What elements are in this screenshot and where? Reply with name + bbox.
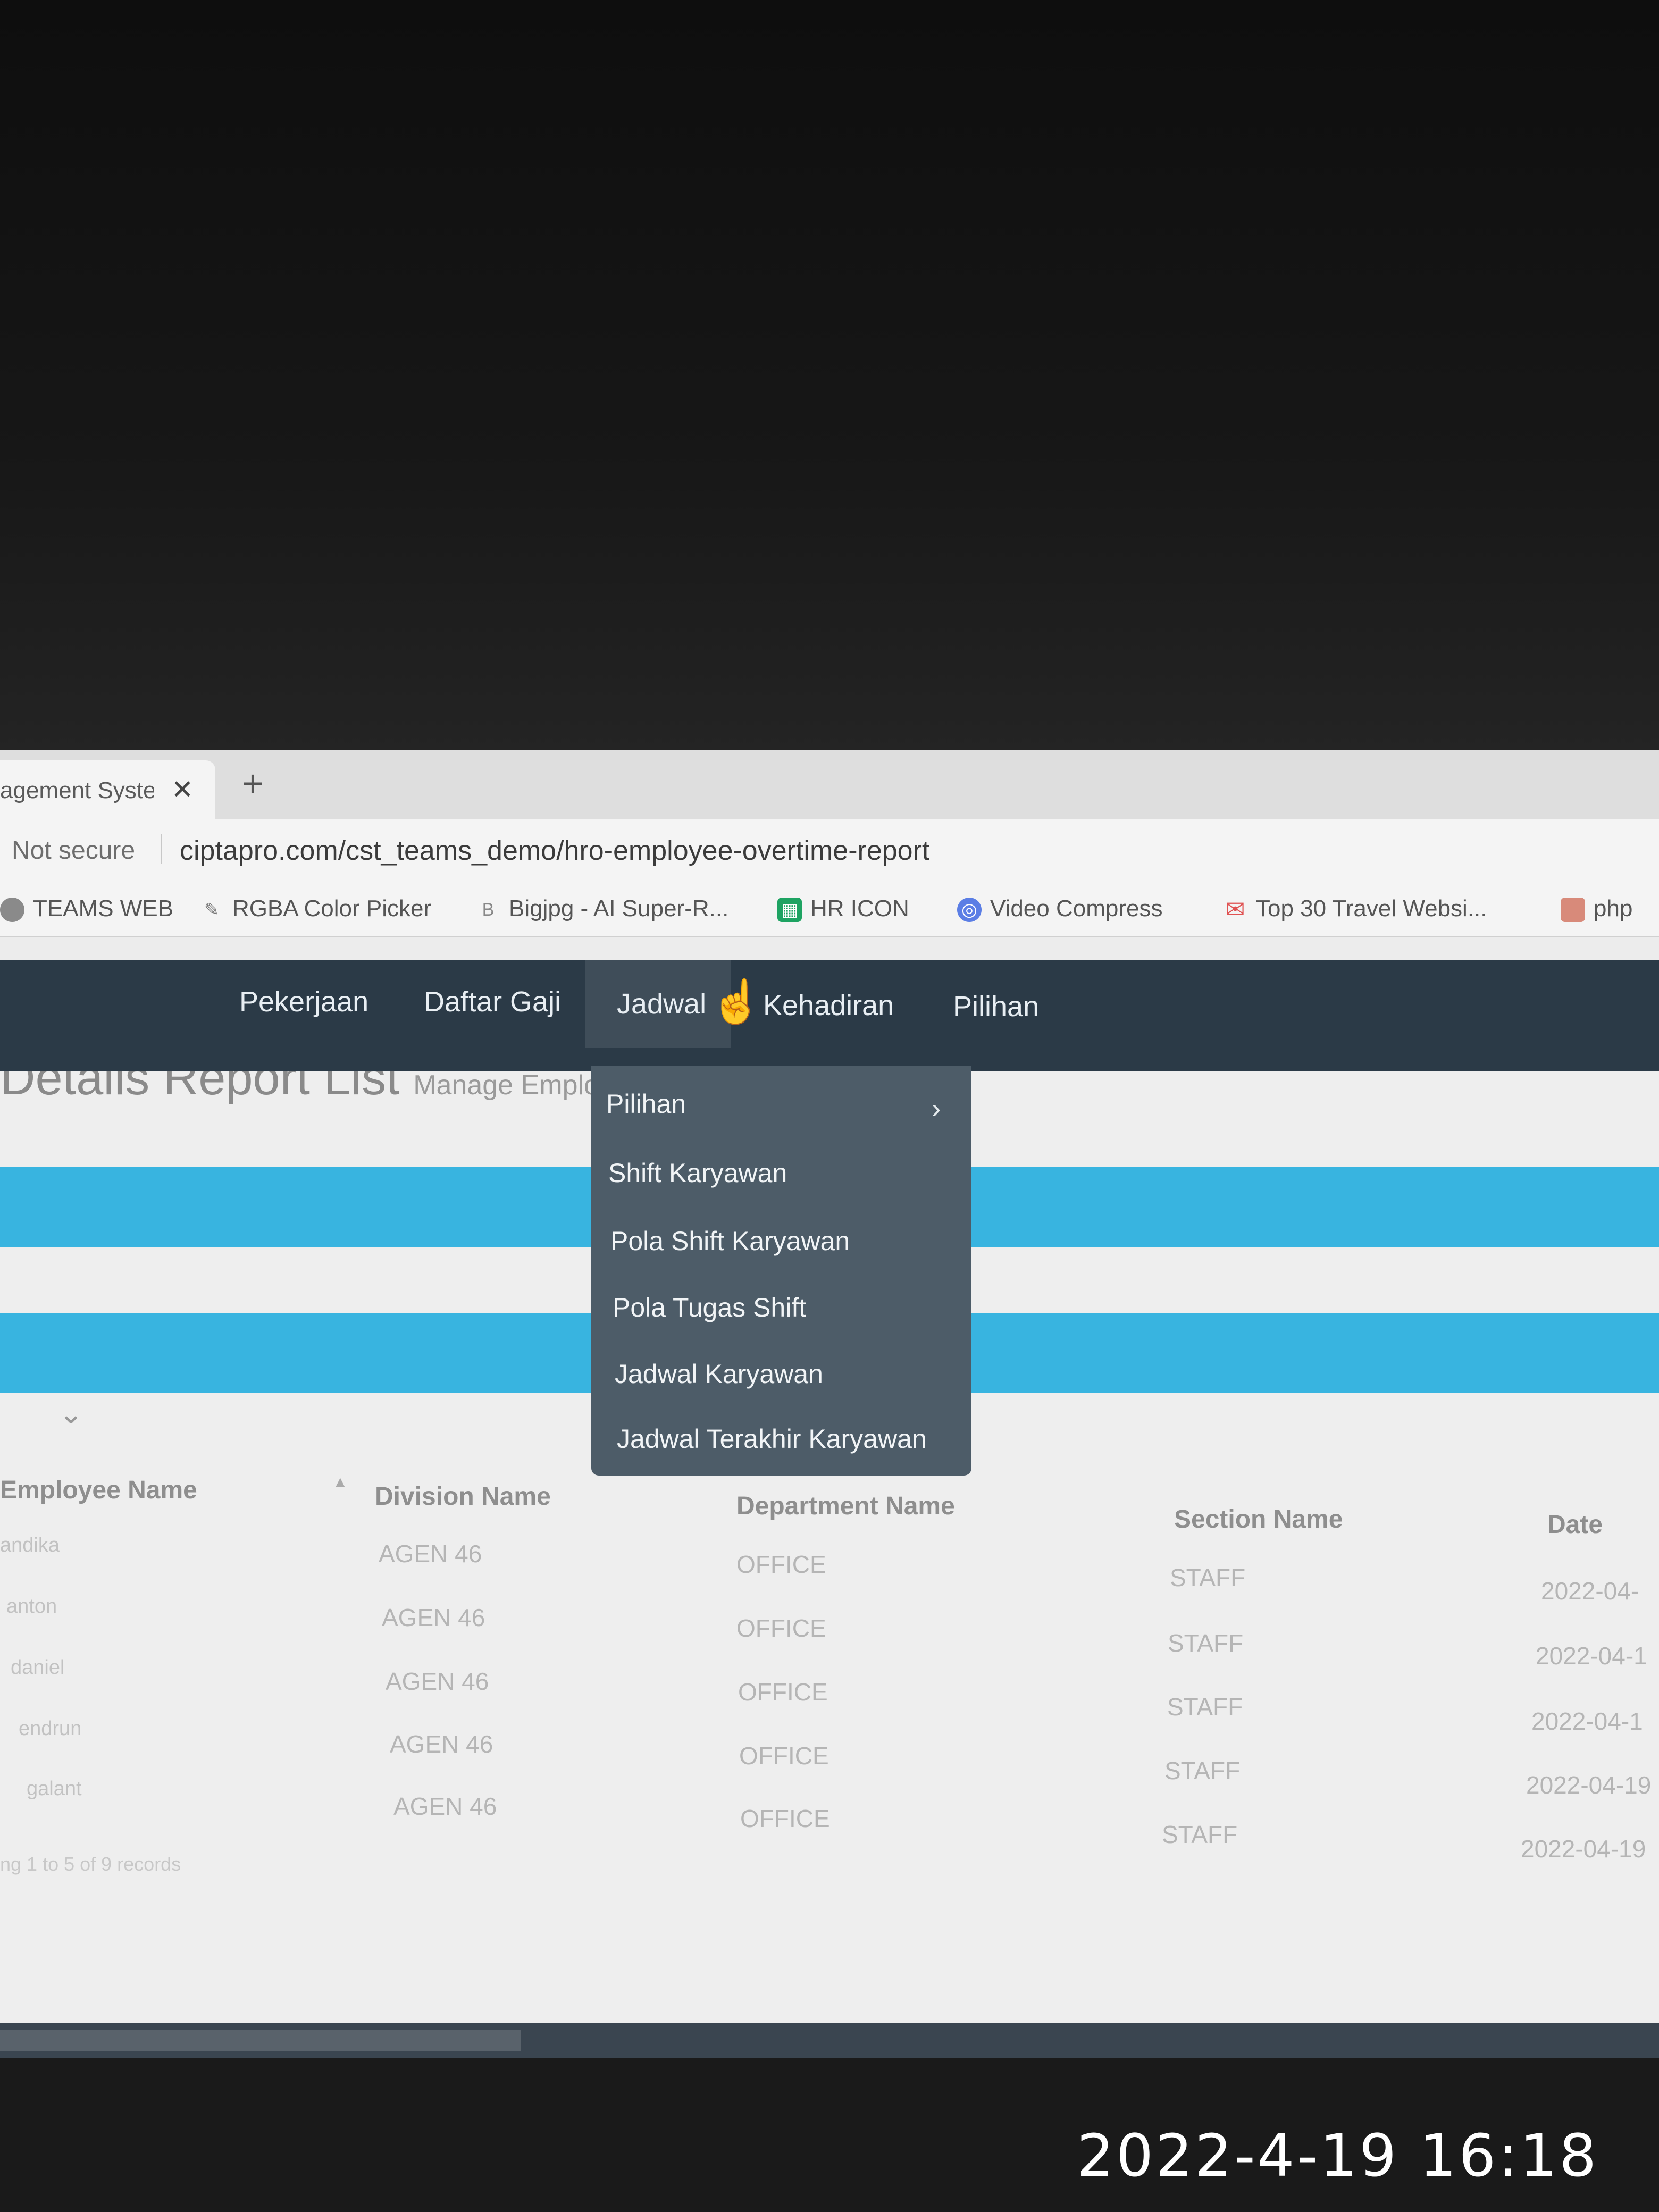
cell-section-name: STAFF (1170, 1564, 1246, 1591)
menu-item-pola-shift-karyawan[interactable]: Pola Shift Karyawan (610, 1226, 850, 1256)
tab-title: agement Syste (0, 777, 154, 803)
php-icon (1561, 898, 1585, 923)
top-navbar: Pekerjaan Daftar Gaji Jadwal Kehadiran P… (0, 960, 1659, 1071)
cell-date: 2022-04- (1541, 1577, 1639, 1605)
chevron-right-icon: › (932, 1093, 941, 1124)
photo-timestamp: 2022-4-19 16:18 (1077, 2122, 1599, 2190)
cell-department-name: OFFICE (736, 1551, 826, 1578)
column-header-division-name[interactable]: Division Name (375, 1482, 551, 1511)
table-record-count: ng 1 to 5 of 9 records (0, 1853, 181, 1875)
chevron-down-icon[interactable]: ⌄ (58, 1396, 83, 1431)
b-icon: B (482, 900, 495, 920)
new-tab-button[interactable]: + (242, 765, 264, 802)
cell-section-name: STAFF (1167, 1693, 1243, 1721)
nav-item-kehadiran[interactable]: Kehadiran (763, 989, 894, 1022)
nav-item-pilihan[interactable]: Pilihan (953, 990, 1039, 1023)
bookmark-label: Top 30 Travel Websi... (1256, 895, 1487, 921)
address-bar[interactable]: Not secure ciptapro.com/cst_teams_demo/h… (0, 819, 1659, 877)
cell-employee-name: anton (6, 1595, 57, 1618)
menu-item-pola-tugas-shift[interactable]: Pola Tugas Shift (613, 1292, 806, 1323)
mail-icon: ✉ (1225, 896, 1245, 923)
globe-icon (0, 898, 24, 923)
cell-employee-name: daniel (11, 1656, 65, 1679)
bookmark-php[interactable]: php (1561, 895, 1633, 923)
bookmark-bigjpg[interactable]: B Bigjpg - AI Super-R... (476, 895, 729, 922)
bookmarks-bar: TEAMS WEB ✎ RGBA Color Picker B Bigjpg - A… (0, 877, 1659, 937)
cell-division-name: AGEN 46 (390, 1730, 493, 1758)
cell-date: 2022-04-1 (1536, 1642, 1647, 1670)
cell-department-name: OFFICE (739, 1742, 829, 1770)
cell-department-name: OFFICE (736, 1614, 826, 1642)
cell-date: 2022-04-19 (1521, 1835, 1646, 1863)
grid-icon: ▦ (777, 898, 802, 923)
circle-icon: ◎ (957, 898, 982, 923)
bookmark-label: TEAMS WEB (33, 895, 174, 921)
cell-date: 2022-04-19 (1526, 1771, 1652, 1799)
hand-cursor-icon: ☝ (710, 978, 763, 1025)
sort-asc-icon[interactable]: ▲ (332, 1473, 348, 1492)
bookmark-label: Bigjpg - AI Super-R... (509, 895, 729, 921)
monitor-bezel-top (0, 0, 1659, 755)
column-header-employee-name[interactable]: Employee Name (0, 1476, 197, 1505)
menu-item-jadwal-karyawan[interactable]: Jadwal Karyawan (615, 1359, 823, 1389)
bookmark-teams-web[interactable]: TEAMS WEB (0, 895, 174, 923)
column-header-department-name[interactable]: Department Name (736, 1492, 955, 1521)
tab-strip: agement Syste ✕ + (0, 750, 1659, 819)
cell-department-name: OFFICE (738, 1678, 828, 1706)
bookmark-label: HR ICON (810, 895, 909, 921)
nav-item-jadwal[interactable]: Jadwal (617, 987, 706, 1020)
cell-employee-name: andika (0, 1534, 60, 1556)
bookmark-label: Video Compress (990, 895, 1163, 921)
browser-tab[interactable]: agement Syste ✕ (0, 760, 215, 819)
menu-item-shift-karyawan[interactable]: Shift Karyawan (608, 1158, 787, 1188)
browser-screen: agement Syste ✕ + Not secure ciptapro.co… (0, 750, 1659, 2058)
bookmark-label: RGBA Color Picker (232, 895, 432, 921)
bookmark-video-compress[interactable]: ◎ Video Compress (957, 895, 1163, 923)
close-icon[interactable]: ✕ (171, 774, 194, 805)
bookmark-label: php (1594, 895, 1633, 921)
cell-section-name: STAFF (1162, 1821, 1238, 1848)
status-url-pill (0, 2030, 521, 2051)
bookmark-top-30-travel[interactable]: ✉ Top 30 Travel Websi... (1223, 895, 1487, 922)
status-bar (0, 2023, 1659, 2058)
divider (161, 834, 162, 864)
column-header-section-name[interactable]: Section Name (1174, 1505, 1343, 1534)
cell-division-name: AGEN 46 (386, 1668, 489, 1695)
menu-item-pilihan[interactable]: Pilihan (606, 1088, 686, 1119)
url-text[interactable]: ciptapro.com/cst_teams_demo/hro-employee… (180, 835, 929, 867)
cell-department-name: OFFICE (740, 1805, 830, 1832)
cell-division-name: AGEN 46 (393, 1792, 497, 1820)
cell-section-name: STAFF (1168, 1629, 1244, 1657)
cell-employee-name: galant (27, 1778, 82, 1800)
cell-employee-name: endrun (19, 1717, 82, 1740)
not-secure-label[interactable]: Not secure (12, 836, 135, 865)
cell-date: 2022-04-1 (1531, 1707, 1643, 1735)
cell-division-name: AGEN 46 (379, 1540, 482, 1568)
bookmark-hr-icon[interactable]: ▦ HR ICON (777, 895, 909, 923)
menu-item-jadwal-terakhir-karyawan[interactable]: Jadwal Terakhir Karyawan (617, 1423, 927, 1454)
jadwal-dropdown-menu: Pilihan › Shift Karyawan Pola Shift Kary… (591, 1066, 971, 1476)
nav-item-pekerjaan[interactable]: Pekerjaan (239, 985, 368, 1018)
column-header-date[interactable]: Date (1547, 1510, 1603, 1539)
cell-division-name: AGEN 46 (382, 1604, 485, 1631)
cell-section-name: STAFF (1164, 1757, 1241, 1784)
nav-item-daftar-gaji[interactable]: Daftar Gaji (424, 985, 561, 1018)
eyedropper-icon: ✎ (204, 900, 220, 920)
bookmark-rgba-color-picker[interactable]: ✎ RGBA Color Picker (199, 895, 431, 922)
